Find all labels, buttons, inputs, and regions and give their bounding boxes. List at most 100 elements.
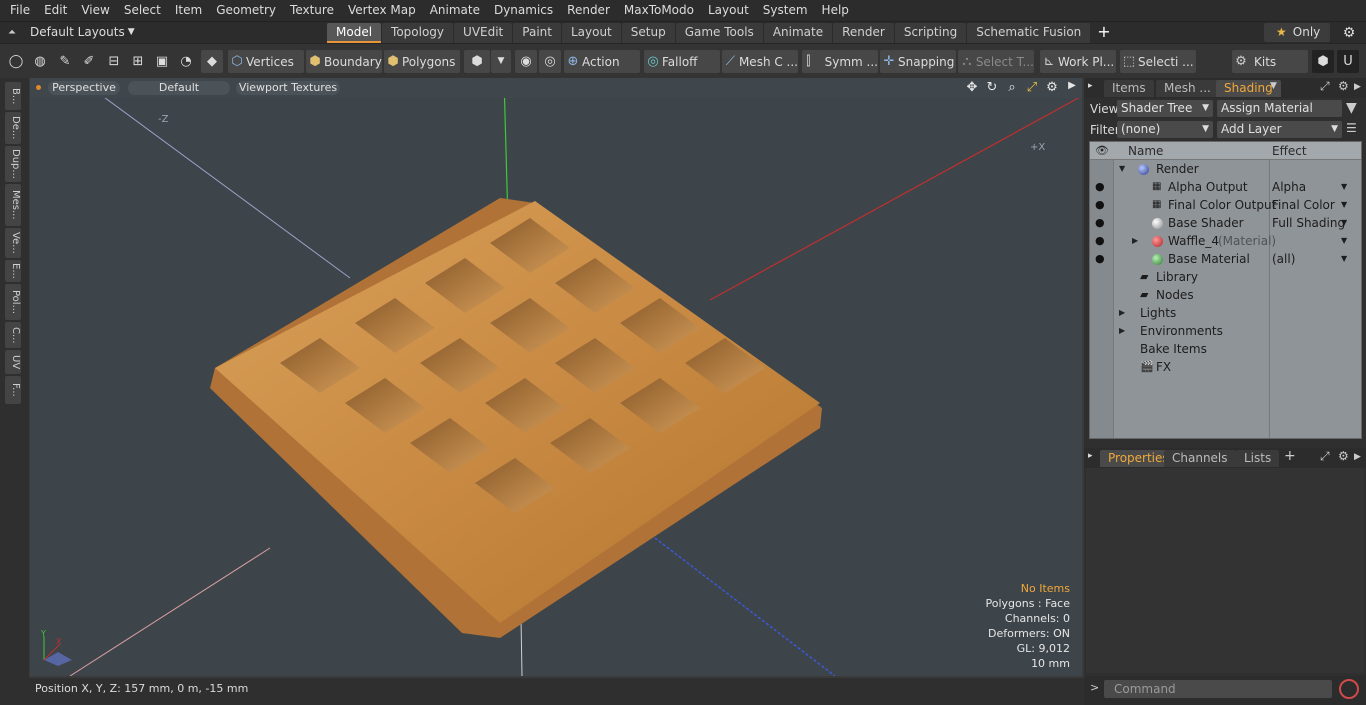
command-history-icon[interactable]: > xyxy=(1090,681,1099,694)
chevron-down-icon[interactable]: ▼ xyxy=(491,50,511,73)
gear-icon[interactable]: ⚙ xyxy=(1338,449,1349,463)
grid-icon[interactable]: ⊞ xyxy=(127,50,149,73)
menu-render[interactable]: Render xyxy=(560,0,617,21)
action-center-button[interactable]: ⊕ Action xyxy=(564,50,640,73)
collapse-arrow-icon[interactable]: ▼ xyxy=(1119,160,1125,178)
circle-select-icon[interactable]: ◯ xyxy=(5,50,27,73)
menu-vertex-map[interactable]: Vertex Map xyxy=(341,0,423,21)
maximize-view-icon[interactable]: ⤢ xyxy=(1024,80,1040,95)
menu-view[interactable]: View xyxy=(74,0,116,21)
layout-selector[interactable]: ⏶ Default Layouts ▼ xyxy=(8,25,135,39)
left-tab-curve[interactable]: C... xyxy=(5,322,21,348)
pen-icon[interactable]: ✎ xyxy=(54,50,76,73)
snapping-button[interactable]: ✛ Snapping xyxy=(880,50,956,73)
tree-row-render[interactable]: ▼ Render xyxy=(1090,160,1361,178)
chevron-down-icon[interactable]: ▼ xyxy=(1341,214,1347,232)
kits-button[interactable]: ⚙ Kits xyxy=(1232,50,1308,73)
falloff-button[interactable]: ◎ Falloff xyxy=(644,50,720,73)
command-input[interactable]: Command xyxy=(1104,680,1332,698)
add-tab-plus-icon[interactable]: + xyxy=(1091,23,1116,43)
menu-geometry[interactable]: Geometry xyxy=(209,0,283,21)
tab-setup[interactable]: Setup xyxy=(621,23,675,43)
col-name[interactable]: Name xyxy=(1128,144,1163,158)
symmetry-button[interactable]: ⫿ Symm ... xyxy=(802,50,878,73)
3d-viewport[interactable]: Perspective Default Viewport Textures ✥ … xyxy=(30,78,1082,676)
tree-row-fx[interactable]: 🎬 FX xyxy=(1090,358,1361,376)
chevron-down-icon[interactable]: ▼ xyxy=(1341,178,1347,196)
menu-select[interactable]: Select xyxy=(117,0,168,21)
tree-row-base-material[interactable]: ● Base Material (all) ▼ xyxy=(1090,250,1361,268)
tab-items[interactable]: Items xyxy=(1104,80,1154,97)
tree-row-lights[interactable]: ▶ Lights xyxy=(1090,304,1361,322)
filter-funnel-icon[interactable]: ▼ xyxy=(1346,100,1357,116)
left-tab-fusion[interactable]: F... xyxy=(5,376,21,404)
tab-paint[interactable]: Paint xyxy=(513,23,561,43)
tab-animate[interactable]: Animate xyxy=(763,23,833,43)
add-layer-dropdown[interactable]: Add Layer ▼ xyxy=(1217,121,1342,138)
viewport-menu-dot-icon[interactable] xyxy=(36,85,41,90)
only-toggle-button[interactable]: ★ Only xyxy=(1264,23,1330,42)
rotate-view-icon[interactable]: ↻ xyxy=(984,80,1000,95)
snap-sphere-icon[interactable]: ◉ xyxy=(515,50,537,73)
menu-texture[interactable]: Texture xyxy=(283,0,341,21)
tree-row-waffle-material[interactable]: ● ▶ Waffle_4 (Material) ▼ xyxy=(1090,232,1361,250)
brush-icon[interactable]: ✐ xyxy=(78,50,100,73)
left-tab-basic[interactable]: B... xyxy=(5,82,21,110)
panel-arrow-icon[interactable]: ▶ xyxy=(1354,452,1361,462)
chevron-down-icon[interactable]: ▼ xyxy=(1341,232,1347,250)
left-tab-edge[interactable]: E... xyxy=(5,260,21,282)
tab-schematic-fusion[interactable]: Schematic Fusion xyxy=(967,23,1091,43)
expand-arrow-icon[interactable]: ▶ xyxy=(1064,80,1080,95)
left-tab-vertex[interactable]: Ve... xyxy=(5,228,21,258)
assign-material-button[interactable]: Assign Material xyxy=(1217,100,1342,117)
tab-game-tools[interactable]: Game Tools xyxy=(675,23,763,43)
tab-render[interactable]: Render xyxy=(833,23,894,43)
maximize-panel-icon[interactable]: ⤢ xyxy=(1320,449,1330,464)
perspective-view-button[interactable]: Perspective xyxy=(48,81,120,95)
select-through-button[interactable]: ⛬ Select T... xyxy=(958,50,1034,73)
gear-icon[interactable]: ⚙ xyxy=(1340,24,1358,42)
panel-menu-icon[interactable]: ▸ xyxy=(1088,81,1093,91)
view-dropdown[interactable]: Shader Tree ▼ xyxy=(1117,100,1213,117)
filter-dropdown[interactable]: (none) ▼ xyxy=(1117,121,1213,138)
globe-icon[interactable]: ◍ xyxy=(29,50,51,73)
tab-lists[interactable]: Lists xyxy=(1236,450,1280,467)
tree-row-environments[interactable]: ▶ Environments xyxy=(1090,322,1361,340)
eye-icon[interactable]: ● xyxy=(1095,250,1105,268)
left-tab-polygon[interactable]: Pol... xyxy=(5,284,21,320)
unity-icon[interactable]: ⬢ xyxy=(1312,50,1334,73)
left-tab-uv[interactable]: UV xyxy=(5,350,21,374)
left-tab-mesh-edit[interactable]: Mes... xyxy=(5,184,21,226)
left-tab-deform[interactable]: De... xyxy=(5,112,21,144)
tree-row-final-color-output[interactable]: ● ▦ Final Color Output Final Color ▼ xyxy=(1090,196,1361,214)
tab-topology[interactable]: Topology xyxy=(382,23,454,43)
move-view-icon[interactable]: ✥ xyxy=(964,80,980,95)
record-macro-icon[interactable] xyxy=(1339,679,1359,699)
boundary-button[interactable]: ⬢ Boundary xyxy=(306,50,382,73)
mesh-constraints-button[interactable]: ⟋ Mesh C ... xyxy=(722,50,798,73)
zoom-view-icon[interactable]: ⌕ xyxy=(1004,80,1020,95)
viewport-textures-button[interactable]: Viewport Textures xyxy=(236,81,340,95)
shading-default-button[interactable]: Default xyxy=(128,81,230,95)
tab-scripting[interactable]: Scripting xyxy=(894,23,967,43)
work-plane-button[interactable]: ⊾ Work Pl... xyxy=(1040,50,1116,73)
unreal-icon[interactable]: U xyxy=(1337,50,1359,73)
frame-icon[interactable]: ▣ xyxy=(151,50,173,73)
eye-icon[interactable]: ● xyxy=(1095,196,1105,214)
left-tab-duplicate[interactable]: Dup... xyxy=(5,146,21,182)
panel-arrow-icon[interactable]: ▶ xyxy=(1354,82,1361,92)
chevron-down-icon[interactable]: ▼ xyxy=(1341,250,1347,268)
layer-options-icon[interactable]: ☰ xyxy=(1346,121,1357,135)
tab-channels[interactable]: Channels xyxy=(1164,450,1236,467)
menu-help[interactable]: Help xyxy=(815,0,856,21)
expand-arrow-icon[interactable]: ▶ xyxy=(1119,322,1125,340)
tree-row-base-shader[interactable]: ● Base Shader Full Shading ▼ xyxy=(1090,214,1361,232)
add-tab-plus-icon[interactable]: + xyxy=(1284,448,1296,464)
menu-item[interactable]: Item xyxy=(168,0,209,21)
menu-animate[interactable]: Animate xyxy=(423,0,487,21)
maximize-panel-icon[interactable]: ⤢ xyxy=(1320,79,1330,94)
col-effect[interactable]: Effect xyxy=(1272,144,1307,158)
eye-icon[interactable]: ● xyxy=(1095,178,1105,196)
gear-icon[interactable]: ⚙ xyxy=(1338,79,1349,93)
menu-maxtomodo[interactable]: MaxToModo xyxy=(617,0,701,21)
